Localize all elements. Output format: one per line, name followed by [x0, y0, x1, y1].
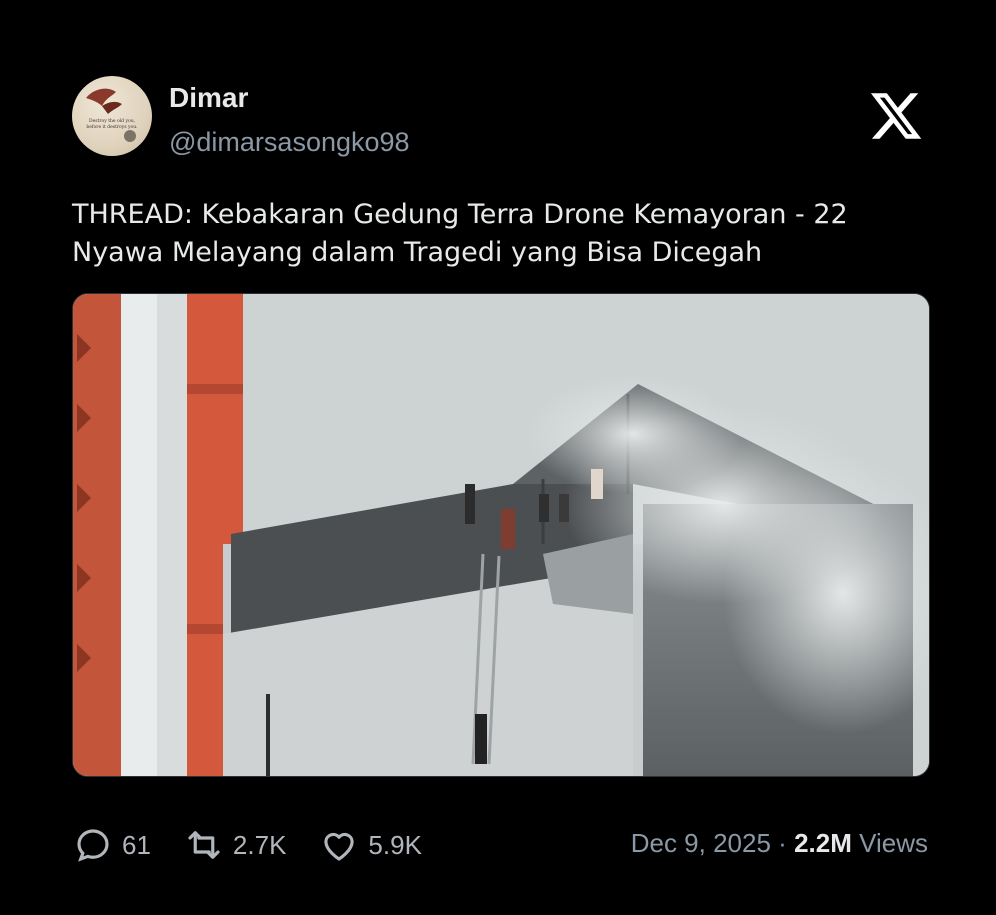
tweet-text-line2: Nyawa Melayang dalam Tragedi yang Bisa D…	[72, 237, 763, 268]
heart-icon	[324, 832, 355, 861]
user-handle[interactable]: @dimarsasongko98	[169, 127, 410, 158]
repost-arrows-icon	[188, 831, 220, 859]
views-label: Views	[859, 828, 928, 858]
x-logo-icon[interactable]	[868, 88, 924, 144]
avatar[interactable]: Destroy the old you, before it destroys …	[72, 76, 152, 156]
meta-separator: ·	[778, 828, 787, 858]
tweet-date[interactable]: Dec 9, 2025	[631, 828, 771, 858]
tweet-photo[interactable]	[72, 293, 930, 777]
building-fire-photo	[73, 294, 929, 776]
avatar-image: Destroy the old you, before it destroys …	[86, 88, 138, 142]
tweet-card: Destroy the old you, before it destroys …	[0, 0, 996, 915]
like-action[interactable]: 5.9K	[318, 824, 422, 866]
speech-bubble-icon	[77, 829, 109, 862]
reply-action[interactable]: 61	[72, 824, 151, 866]
reply-count: 61	[122, 829, 151, 860]
avatar-caption-line1: Destroy the old you,	[89, 118, 135, 124]
tweet-text: THREAD: Kebakaran Gedung Terra Drone Kem…	[72, 196, 932, 272]
avatar-caption-line2: before it destroys you.	[86, 124, 138, 130]
display-name[interactable]: Dimar	[169, 82, 248, 114]
views-count[interactable]: 2.2M	[794, 828, 852, 858]
repost-count: 2.7K	[232, 829, 287, 860]
tweet-meta: Dec 9, 2025 · 2.2M Views	[631, 828, 928, 859]
like-count: 5.9K	[368, 829, 422, 860]
tweet-text-line1: THREAD: Kebakaran Gedung Terra Drone Kem…	[72, 199, 848, 230]
repost-action[interactable]: 2.7K	[183, 824, 287, 866]
